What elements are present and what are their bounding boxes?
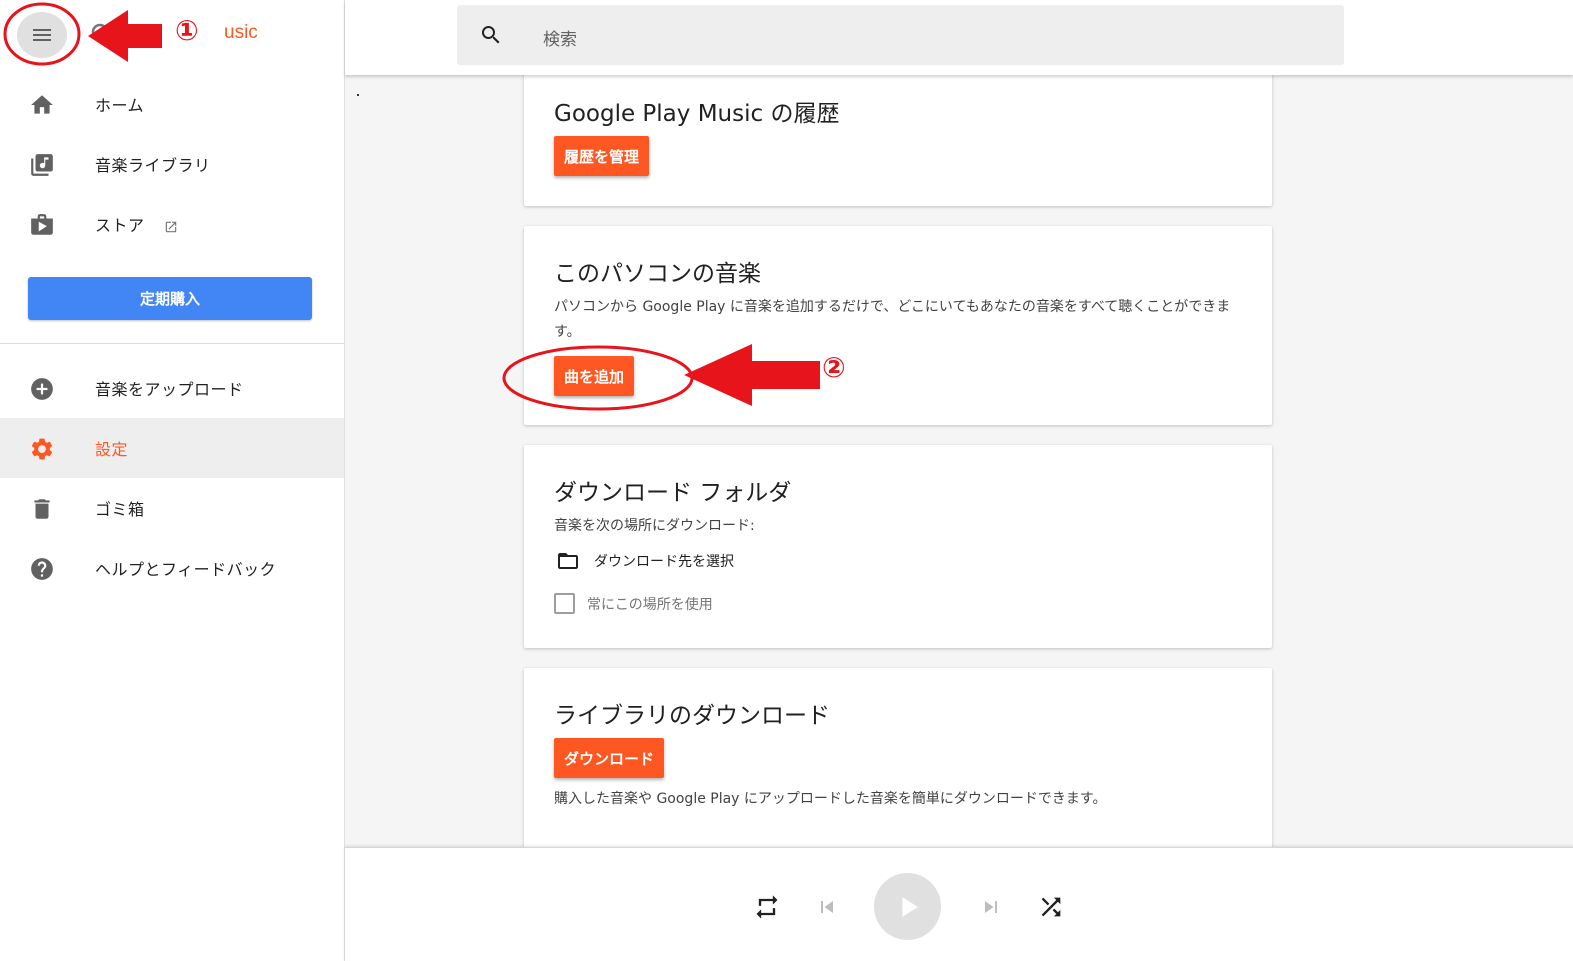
- sidebar-item-home[interactable]: ホーム: [0, 74, 344, 134]
- next-track-icon[interactable]: [979, 895, 1003, 919]
- hamburger-icon: [33, 29, 51, 41]
- search-input[interactable]: 検索: [457, 5, 1344, 65]
- annotation-step-1: ①: [175, 14, 199, 47]
- shop-icon: [31, 214, 53, 235]
- sidebar-item-store[interactable]: ストア: [0, 194, 344, 254]
- menu-button[interactable]: [17, 12, 67, 58]
- library-download-description: 購入した音楽や Google Play にアップロードした音楽を簡単にダウンロー…: [554, 791, 1107, 807]
- checkbox-box[interactable]: [554, 593, 575, 614]
- history-title: Google Play Music の履歴: [554, 101, 840, 127]
- manage-history-button[interactable]: 履歴を管理: [554, 136, 650, 176]
- checkbox-label: 常にこの場所を使用: [587, 596, 713, 613]
- trash-icon: [34, 499, 50, 519]
- play-icon: [901, 896, 918, 917]
- library-download-title: ライブラリのダウンロード: [554, 703, 830, 729]
- sidebar-item-label: ヘルプとフィードバック: [95, 560, 277, 579]
- computer-music-card: このパソコンの音楽 パソコンから Google Play に音楽を追加するだけで…: [524, 226, 1272, 425]
- computer-music-title: このパソコンの音楽: [554, 261, 761, 287]
- computer-music-description: パソコンから Google Play に音楽を追加するだけで、どこにいてもあなた…: [554, 299, 1231, 340]
- annotation-step-2: ②: [822, 351, 846, 384]
- download-folder-title: ダウンロード フォルダ: [554, 480, 792, 506]
- history-card: Google Play Music の履歴 履歴を管理: [524, 64, 1272, 206]
- sidebar-item-label: ゴミ箱: [95, 500, 145, 519]
- brand-text: usic: [224, 22, 258, 43]
- player-bar: [345, 847, 1573, 961]
- always-use-location-checkbox[interactable]: 常にこの場所を使用: [554, 593, 713, 614]
- help-icon: [31, 558, 53, 580]
- sidebar: usic ホーム 音楽ライブラリ ストア 定期購入 音楽をアップロード 設定 ゴ…: [0, 0, 345, 961]
- library-download-card: ライブラリのダウンロード ダウンロード 購入した音楽や Google Play …: [524, 668, 1272, 868]
- sidebar-item-label: 音楽ライブラリ: [95, 156, 211, 175]
- folder-icon: [558, 553, 578, 569]
- top-bar: 検索: [345, 0, 1573, 75]
- stray-dot: [357, 94, 359, 96]
- download-folder-subtitle: 音楽を次の場所にダウンロード:: [554, 518, 755, 534]
- store-label-text: ストア: [95, 216, 145, 235]
- download-library-button[interactable]: ダウンロード: [554, 738, 665, 778]
- open-in-new-icon: [165, 221, 177, 232]
- previous-track-icon[interactable]: [815, 895, 839, 919]
- search-icon: [482, 26, 500, 44]
- sidebar-item-label: 音楽をアップロード: [95, 380, 244, 399]
- add-circle-icon: [31, 378, 53, 400]
- choose-download-location[interactable]: ダウンロード先を選択: [554, 549, 734, 573]
- shuffle-icon[interactable]: [1037, 893, 1065, 921]
- sidebar-item-settings[interactable]: 設定: [0, 418, 344, 478]
- download-folder-card: ダウンロード フォルダ 音楽を次の場所にダウンロード: ダウンロード先を選択 常…: [524, 445, 1272, 648]
- sidebar-item-label: ストア: [95, 212, 178, 236]
- sidebar-item-library[interactable]: 音楽ライブラリ: [0, 134, 344, 194]
- play-button[interactable]: [874, 873, 941, 940]
- library-music-icon: [31, 154, 53, 176]
- sidebar-divider: [0, 343, 344, 344]
- repeat-icon[interactable]: [753, 893, 781, 921]
- home-icon: [31, 95, 53, 114]
- sidebar-item-trash[interactable]: ゴミ箱: [0, 478, 344, 538]
- search-placeholder: 検索: [543, 30, 577, 50]
- sidebar-item-label: ホーム: [95, 96, 145, 115]
- folder-label: ダウンロード先を選択: [594, 554, 734, 570]
- gear-icon: [31, 438, 53, 460]
- sidebar-item-label: 設定: [95, 440, 129, 459]
- sidebar-item-upload[interactable]: 音楽をアップロード: [0, 358, 344, 418]
- subscribe-button[interactable]: 定期購入: [28, 277, 312, 320]
- brand-logo[interactable]: usic: [88, 18, 258, 52]
- sidebar-item-help[interactable]: ヘルプとフィードバック: [0, 538, 344, 598]
- add-songs-button[interactable]: 曲を追加: [554, 356, 635, 396]
- brand-search-fragment: [91, 23, 108, 41]
